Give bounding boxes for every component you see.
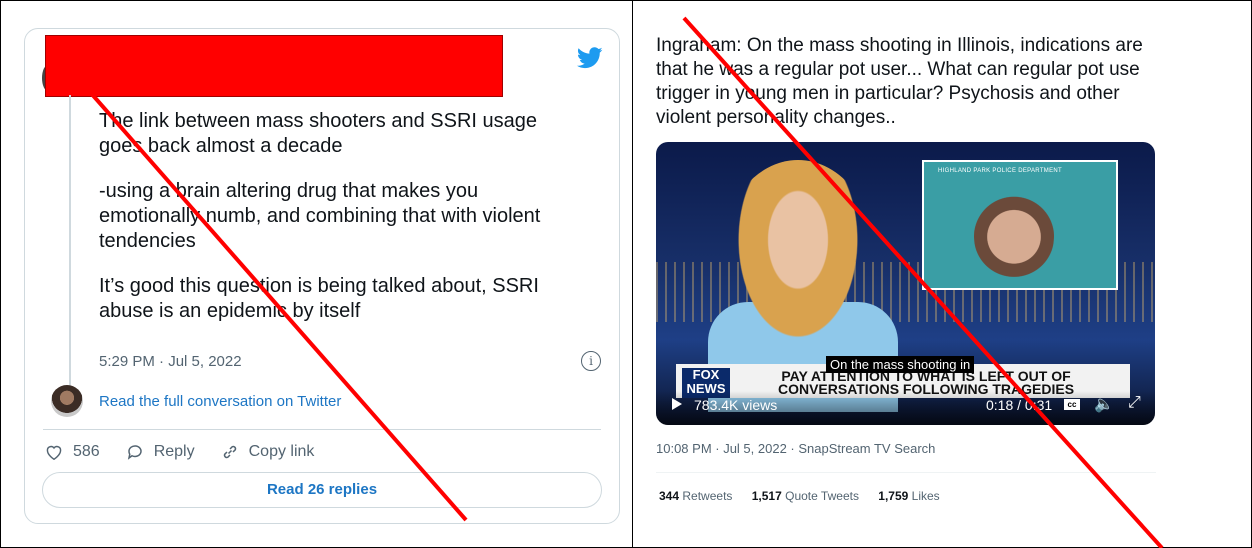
video-time: 0:18 / 0:31	[986, 397, 1053, 413]
view-count: 783.4K views	[694, 397, 778, 413]
tweet-body: The link between mass shooters and SSRI …	[99, 109, 579, 344]
center-divider	[632, 0, 633, 548]
reply-button[interactable]: Reply	[126, 443, 195, 461]
copy-link-label: Copy link	[248, 443, 315, 460]
card-separator	[43, 429, 601, 430]
quotes-stat[interactable]: 1,517 Quote Tweets	[752, 489, 859, 503]
tweet-paragraph: It’s good this question is being talked …	[99, 275, 539, 322]
video-caption: On the mass shooting in	[826, 356, 975, 373]
quotes-count: 1,517	[751, 489, 782, 503]
link-icon	[223, 445, 236, 459]
info-icon[interactable]: i	[581, 351, 601, 371]
embedded-tweet-card: The link between mass shooters and SSRI …	[24, 28, 620, 524]
tweet-actions: 586 Reply Copy link	[45, 440, 340, 464]
volume-icon[interactable]: 🔈	[1094, 394, 1114, 414]
thread-line	[69, 95, 71, 385]
fullscreen-icon[interactable]: ⤢	[1128, 394, 1141, 412]
replier-avatar[interactable]	[51, 385, 83, 417]
tweet-timestamp[interactable]: 5:29 PM · Jul 5, 2022	[99, 353, 242, 370]
heart-icon	[46, 445, 62, 460]
tweet-stats: 344 Retweets 1,517 Quote Tweets 1,759 Li…	[659, 489, 956, 503]
reply-label: Reply	[153, 443, 195, 460]
like-count: 586	[73, 443, 100, 460]
likes-stat[interactable]: 1,759 Likes	[878, 489, 939, 503]
retweets-stat[interactable]: 344 Retweets	[659, 489, 732, 503]
retweets-count: 344	[659, 489, 680, 503]
suspect-photo	[974, 184, 1054, 280]
captions-button[interactable]: cc	[1064, 399, 1080, 410]
tweet-text: Ingraham: On the mass shooting in Illino…	[656, 35, 1143, 128]
quotes-label: Quote Tweets	[785, 489, 859, 503]
twitter-bird-icon[interactable]	[577, 47, 603, 69]
copy-link-button[interactable]: Copy link	[221, 443, 315, 461]
read-conversation-link[interactable]: Read the full conversation on Twitter	[99, 393, 341, 410]
reply-icon	[127, 445, 142, 460]
redaction-box	[45, 35, 503, 97]
tweet-meta[interactable]: 10:08 PM · Jul 5, 2022 · SnapStream TV S…	[656, 441, 935, 456]
tweet-paragraph: -using a brain altering drug that makes …	[99, 180, 541, 252]
stats-separator	[656, 472, 1156, 473]
likes-label: Likes	[911, 489, 940, 503]
tweet-paragraph: The link between mass shooters and SSRI …	[99, 110, 538, 157]
anchor-figure	[718, 160, 878, 370]
likes-count: 1,759	[878, 489, 909, 503]
play-icon[interactable]	[672, 398, 682, 410]
retweets-label: Retweets	[682, 489, 733, 503]
inset-label: HIGHLAND PARK POLICE DEPARTMENT	[938, 168, 1062, 174]
like-button[interactable]: 586	[45, 443, 100, 461]
inset-photo: HIGHLAND PARK POLICE DEPARTMENT	[922, 160, 1118, 290]
read-replies-button[interactable]: Read 26 replies	[42, 472, 602, 508]
video-player[interactable]: HIGHLAND PARK POLICE DEPARTMENT FOX NEWS…	[656, 142, 1155, 425]
